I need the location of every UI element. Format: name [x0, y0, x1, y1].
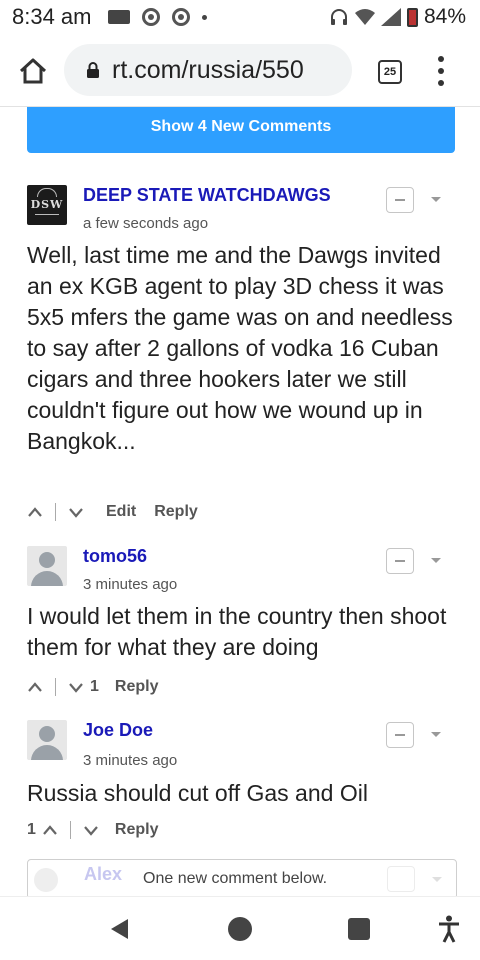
comments-section: Show 4 New Comments DSW DEEP STATE WATCH… — [0, 107, 480, 896]
home-icon[interactable] — [18, 57, 48, 85]
tab-count: 25 — [383, 66, 397, 78]
system-icons: 84% — [329, 0, 466, 34]
upvote-count: 1 — [27, 821, 36, 838]
wifi-icon — [354, 9, 375, 25]
lock-icon — [87, 62, 99, 78]
comment-body: Russia should cut off Gas and Oil — [27, 780, 368, 806]
chevron-down-icon[interactable] — [430, 729, 442, 741]
headphones-icon — [330, 9, 347, 25]
comment-body: I would let them in the country then sho… — [27, 603, 447, 660]
chevron-down-icon — [432, 877, 442, 882]
collapse-button[interactable] — [386, 722, 414, 748]
downvote-icon[interactable] — [83, 824, 99, 836]
downvote-count: 1 — [90, 678, 99, 695]
downvote-icon[interactable] — [68, 506, 84, 518]
comment: Joe Doe 3 minutes ago Russia should cut … — [27, 720, 457, 850]
vote-divider — [55, 503, 56, 521]
status-bar: 8:34 am 84% — [0, 0, 480, 34]
comment-actions: 1 Reply — [27, 821, 158, 839]
avatar[interactable]: DSW — [27, 185, 67, 225]
downvote-icon[interactable] — [68, 681, 84, 693]
comment: tomo56 3 minutes ago I would let them in… — [27, 546, 457, 706]
new-comment-notice[interactable]: Alex One new comment below. — [27, 859, 457, 896]
comment-author[interactable]: DEEP STATE WATCHDAWGS — [83, 185, 331, 206]
accessibility-icon[interactable] — [437, 915, 461, 943]
reply-link[interactable]: Reply — [115, 678, 159, 696]
avatar[interactable] — [27, 546, 67, 586]
edit-link[interactable]: Edit — [106, 503, 136, 521]
avatar-logo-text: DSW — [30, 198, 64, 211]
chrome-icon — [171, 8, 190, 26]
recents-icon[interactable] — [348, 918, 370, 940]
vote-divider — [55, 678, 56, 696]
reply-link[interactable]: Reply — [154, 503, 198, 521]
vote-divider — [69, 821, 71, 839]
url-text: rt.com/russia/550 — [112, 55, 304, 84]
browser-menu-icon[interactable] — [436, 56, 446, 86]
battery-percent: 84% — [423, 5, 466, 28]
comment-timestamp[interactable]: 3 minutes ago — [83, 752, 177, 769]
tab-switcher-button[interactable]: 25 — [378, 60, 402, 84]
ghost-author: Alex — [84, 864, 123, 884]
home-circle-icon[interactable] — [228, 917, 252, 941]
notice-text: One new comment below. — [143, 870, 328, 887]
comment-timestamp[interactable]: a few seconds ago — [83, 215, 208, 232]
comment-actions: Edit Reply — [27, 503, 198, 521]
signal-icon — [380, 8, 401, 26]
comment-actions: 1 Reply — [27, 678, 158, 696]
browser-toolbar: rt.com/russia/550 25 — [0, 38, 480, 104]
chevron-down-icon[interactable] — [430, 555, 442, 567]
reply-link[interactable]: Reply — [115, 821, 159, 839]
comment-author[interactable]: Joe Doe — [83, 720, 153, 741]
chevron-down-icon[interactable] — [430, 194, 442, 206]
ghost-avatar — [34, 868, 58, 892]
notification-icons — [107, 8, 207, 26]
status-time: 8:34 am — [12, 4, 92, 29]
comment-author[interactable]: tomo56 — [83, 546, 147, 567]
collapse-button[interactable] — [386, 548, 414, 574]
upvote-icon[interactable] — [27, 681, 43, 693]
avatar[interactable] — [27, 720, 67, 760]
chrome-icon — [141, 8, 160, 26]
system-nav-bar — [0, 896, 480, 960]
comment: DSW DEEP STATE WATCHDAWGS a few seconds … — [27, 185, 457, 525]
collapse-button[interactable] — [386, 187, 414, 213]
ghost-collapse-button — [387, 866, 415, 892]
address-bar[interactable]: rt.com/russia/550 — [64, 44, 352, 96]
upvote-icon[interactable] — [27, 506, 43, 518]
battery-icon — [406, 7, 418, 27]
back-icon[interactable] — [108, 917, 130, 941]
dot-icon — [201, 14, 207, 20]
comment-timestamp[interactable]: 3 minutes ago — [83, 576, 177, 593]
upvote-icon[interactable] — [42, 824, 58, 836]
comment-body: Well, last time me and the Dawgs invited… — [27, 242, 453, 454]
show-new-comments-button[interactable]: Show 4 New Comments — [27, 107, 455, 153]
mail-icon — [107, 10, 130, 24]
